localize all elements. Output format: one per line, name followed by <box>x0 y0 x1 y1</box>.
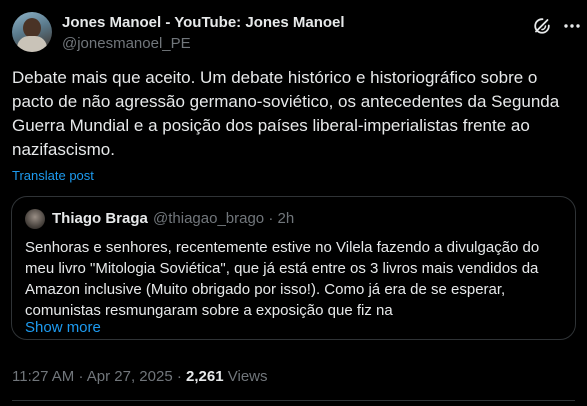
dot-separator: · <box>176 368 182 385</box>
author-avatar[interactable] <box>12 12 52 52</box>
more-options-icon[interactable] <box>563 16 581 36</box>
post-meta: 11:27 AM · Apr 27, 2025 · 2,261 Views <box>12 368 268 385</box>
divider <box>12 400 575 401</box>
tweet-text: Debate mais que aceito. Um debate histór… <box>12 68 560 159</box>
quoted-author-avatar[interactable] <box>25 209 45 229</box>
tweet: Jones Manoel - YouTube: Jones Manoel @jo… <box>0 0 587 406</box>
post-time[interactable]: 11:27 AM <box>12 368 74 385</box>
avatar-head <box>23 18 41 38</box>
post-date[interactable]: Apr 27, 2025 <box>87 368 173 385</box>
views-count: 2,261 <box>186 368 224 385</box>
author-handle[interactable]: @jonesmanoel_PE <box>62 35 191 52</box>
quoted-author-name[interactable]: Thiago Braga <box>52 210 148 227</box>
translate-post-link[interactable]: Translate post <box>12 168 94 183</box>
avatar-body <box>17 36 47 52</box>
show-more-link[interactable]: Show more <box>25 319 101 336</box>
grok-icon[interactable] <box>532 16 552 36</box>
quoted-tweet-text: Senhoras e senhores, recentemente estive… <box>25 239 540 319</box>
dot-separator: · <box>78 368 84 385</box>
author-name[interactable]: Jones Manoel - YouTube: Jones Manoel <box>62 14 345 31</box>
dot-separator: · <box>268 210 274 227</box>
quoted-author-handle-time: @thiagao_brago · 2h <box>153 210 294 227</box>
quoted-tweet[interactable]: Thiago Braga @thiagao_brago · 2h Senhora… <box>11 196 576 340</box>
views-label: Views <box>227 368 268 385</box>
quoted-author-handle[interactable]: @thiagao_brago <box>153 210 264 227</box>
quoted-post-time[interactable]: 2h <box>278 210 295 227</box>
